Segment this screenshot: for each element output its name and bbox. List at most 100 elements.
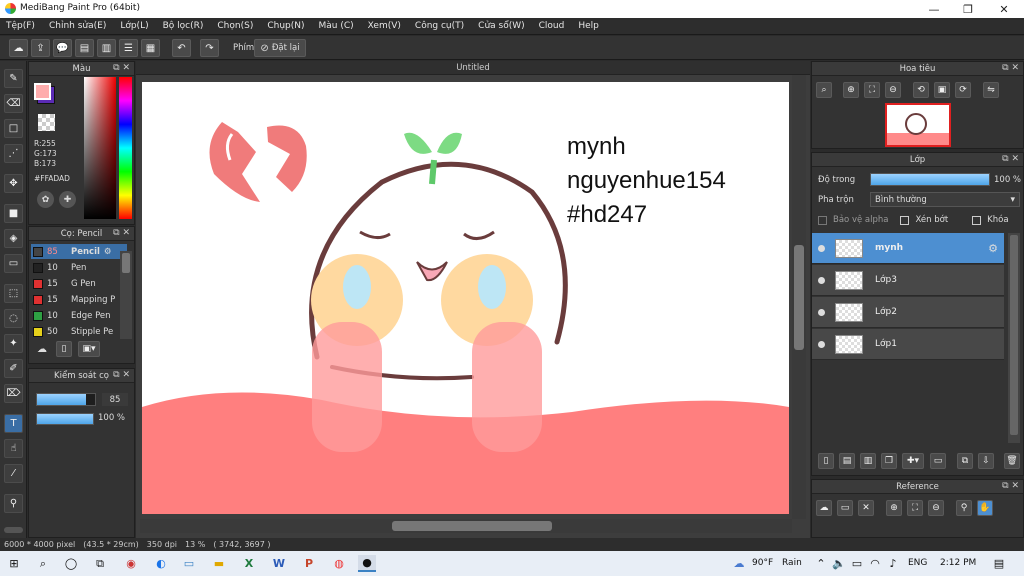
windows-start-icon[interactable]: ⊞ [5, 555, 23, 572]
cloud-icon[interactable]: ☁ [9, 39, 28, 57]
brush-menu-icon[interactable]: ▣▾ [78, 341, 100, 357]
monitor-icon[interactable]: ▭ [180, 555, 198, 572]
zoom-in-icon[interactable]: ⊕ [843, 82, 859, 98]
panel-close-icon[interactable]: ⧉ ✕ [1002, 481, 1019, 491]
menu-filter[interactable]: Bộ lọc(R) [163, 21, 204, 31]
gear-icon[interactable]: ⚙ [988, 242, 998, 255]
comment-icon[interactable]: ▤ [75, 39, 94, 57]
chevron-up-icon[interactable]: ⌃ [812, 555, 830, 572]
brush-item[interactable]: 50 Stipple Pe [31, 324, 127, 339]
speaker-icon[interactable]: 🔈 [830, 555, 848, 572]
notification-icon[interactable]: ▤ [990, 555, 1008, 572]
clipping-checkbox[interactable] [900, 215, 910, 225]
menu-tools[interactable]: Công cụ(T) [415, 21, 464, 31]
brush-size-slider[interactable] [36, 393, 96, 406]
transparent-color-swatch[interactable] [38, 114, 55, 131]
dot-tool-icon[interactable]: ⋰ [4, 144, 23, 163]
page-icon[interactable]: ▥ [97, 39, 116, 57]
vertical-scrollbar[interactable] [792, 75, 806, 519]
menu-help[interactable]: Help [578, 21, 599, 31]
brush-item[interactable]: 15 Mapping P [31, 292, 127, 307]
palette-icon[interactable]: ✿ [37, 191, 54, 208]
select-eraser-icon[interactable]: ⌦ [4, 384, 23, 403]
word-icon[interactable]: W [270, 555, 288, 572]
fill-rect-tool-icon[interactable]: ■ [4, 204, 23, 223]
eyedropper-icon[interactable]: ⚲ [956, 500, 972, 516]
gear-icon[interactable]: ⚙ [104, 247, 112, 257]
menu-file[interactable]: Tệp(F) [6, 21, 35, 31]
close-icon[interactable]: ✕ [858, 500, 874, 516]
layer-opacity-slider[interactable] [870, 173, 990, 186]
eye-icon[interactable] [818, 308, 825, 316]
speech-bubble-icon[interactable]: 💬 [53, 39, 72, 57]
operation-tool-icon[interactable]: ☝ [4, 439, 23, 458]
actual-size-icon[interactable]: ▣ [934, 82, 950, 98]
panel-close-icon[interactable]: ⧉ ✕ [1002, 154, 1019, 164]
excel-icon[interactable]: X [240, 555, 258, 572]
eyedropper-icon[interactable]: ⚲ [4, 494, 23, 513]
magic-wand-icon[interactable]: ✦ [4, 334, 23, 353]
fit-icon[interactable]: ⛶ [864, 82, 880, 98]
app-icon[interactable]: ◉ [122, 555, 140, 572]
brush-list-scrollbar[interactable] [120, 251, 132, 339]
medibang-taskbar-icon[interactable]: ● [358, 555, 376, 572]
canvas-tab[interactable]: Untitled [136, 61, 810, 75]
new-brush-icon[interactable]: ▯ [56, 341, 72, 357]
language-indicator[interactable]: ENG [908, 558, 927, 568]
canvas[interactable]: mynh nguyenhue154 #hd247 [142, 82, 789, 514]
panel-close-icon[interactable]: ⧉ ✕ [113, 63, 130, 73]
text-tool-icon[interactable]: T [4, 414, 23, 433]
redo-icon[interactable]: ↷ [200, 39, 219, 57]
navigator-thumbnail[interactable] [885, 103, 951, 147]
palette-add-icon[interactable]: ✚ [59, 191, 76, 208]
brush-item[interactable]: 15 G Pen [31, 276, 127, 291]
add-layer-menu-icon[interactable]: ✚▾ [902, 453, 924, 469]
layers-scrollbar[interactable] [1008, 233, 1020, 443]
eye-icon[interactable] [818, 276, 825, 284]
trash-icon[interactable]: 🗑 [1004, 453, 1020, 469]
eye-icon[interactable] [818, 340, 825, 348]
cortana-icon[interactable]: ◯ [62, 555, 80, 572]
brush-size-value[interactable]: 85 [102, 393, 128, 406]
hue-slider[interactable] [119, 77, 132, 219]
merge-icon[interactable]: ⇩ [978, 453, 994, 469]
rectangle-tool-icon[interactable]: □ [4, 119, 23, 138]
zoom-out-icon[interactable]: ⊖ [885, 82, 901, 98]
tool-scroll[interactable] [4, 527, 23, 533]
maximize-button[interactable]: ❐ [950, 0, 986, 18]
zoom-out-icon[interactable]: ⊖ [928, 500, 944, 516]
task-view-icon[interactable]: ⧉ [91, 555, 109, 572]
move-tool-icon[interactable]: ✥ [4, 174, 23, 193]
chrome-icon[interactable]: ◍ [330, 555, 348, 572]
wifi-icon[interactable]: ◠ [866, 555, 884, 572]
folder-icon[interactable]: ▭ [930, 453, 946, 469]
panel-close-icon[interactable]: ⧉ ✕ [113, 370, 130, 380]
menu-color[interactable]: Màu (C) [319, 21, 354, 31]
powerpoint-icon[interactable]: P [300, 555, 318, 572]
duplicate-icon[interactable]: ⧉ [957, 453, 973, 469]
panel-close-icon[interactable]: ⧉ ✕ [113, 228, 130, 238]
clock[interactable]: 2:12 PM [940, 558, 976, 568]
menu-layer[interactable]: Lớp(L) [120, 21, 148, 31]
menu-edit[interactable]: Chỉnh sửa(E) [49, 21, 106, 31]
layer-row[interactable]: Lớp2 [812, 297, 1004, 328]
battery-icon[interactable]: ▭ [848, 555, 866, 572]
list-icon[interactable]: ☰ [119, 39, 138, 57]
minimize-button[interactable]: — [916, 0, 952, 18]
lock-checkbox[interactable] [972, 215, 982, 225]
close-button[interactable]: ✕ [986, 0, 1022, 18]
blend-mode-select[interactable]: Bình thường ▾ [870, 192, 1020, 207]
protect-alpha-checkbox[interactable] [818, 215, 827, 225]
horizontal-scrollbar[interactable] [140, 519, 792, 533]
brush-item[interactable]: 10 Pen [31, 260, 127, 275]
eraser-tool-icon[interactable]: ⌫ [4, 94, 23, 113]
brush-opacity-slider[interactable] [36, 413, 94, 425]
layer-row[interactable]: mynh ⚙ [812, 233, 1004, 264]
menu-snap[interactable]: Chụp(N) [267, 21, 304, 31]
rotate-left-icon[interactable]: ⟲ [913, 82, 929, 98]
primary-color-swatch[interactable] [34, 83, 51, 100]
brush-add-icon[interactable]: ☁ [34, 341, 50, 357]
undo-icon[interactable]: ↶ [172, 39, 191, 57]
new-layer-icon[interactable]: ▯ [818, 453, 834, 469]
brush-item[interactable]: 10 Edge Pen [31, 308, 127, 323]
